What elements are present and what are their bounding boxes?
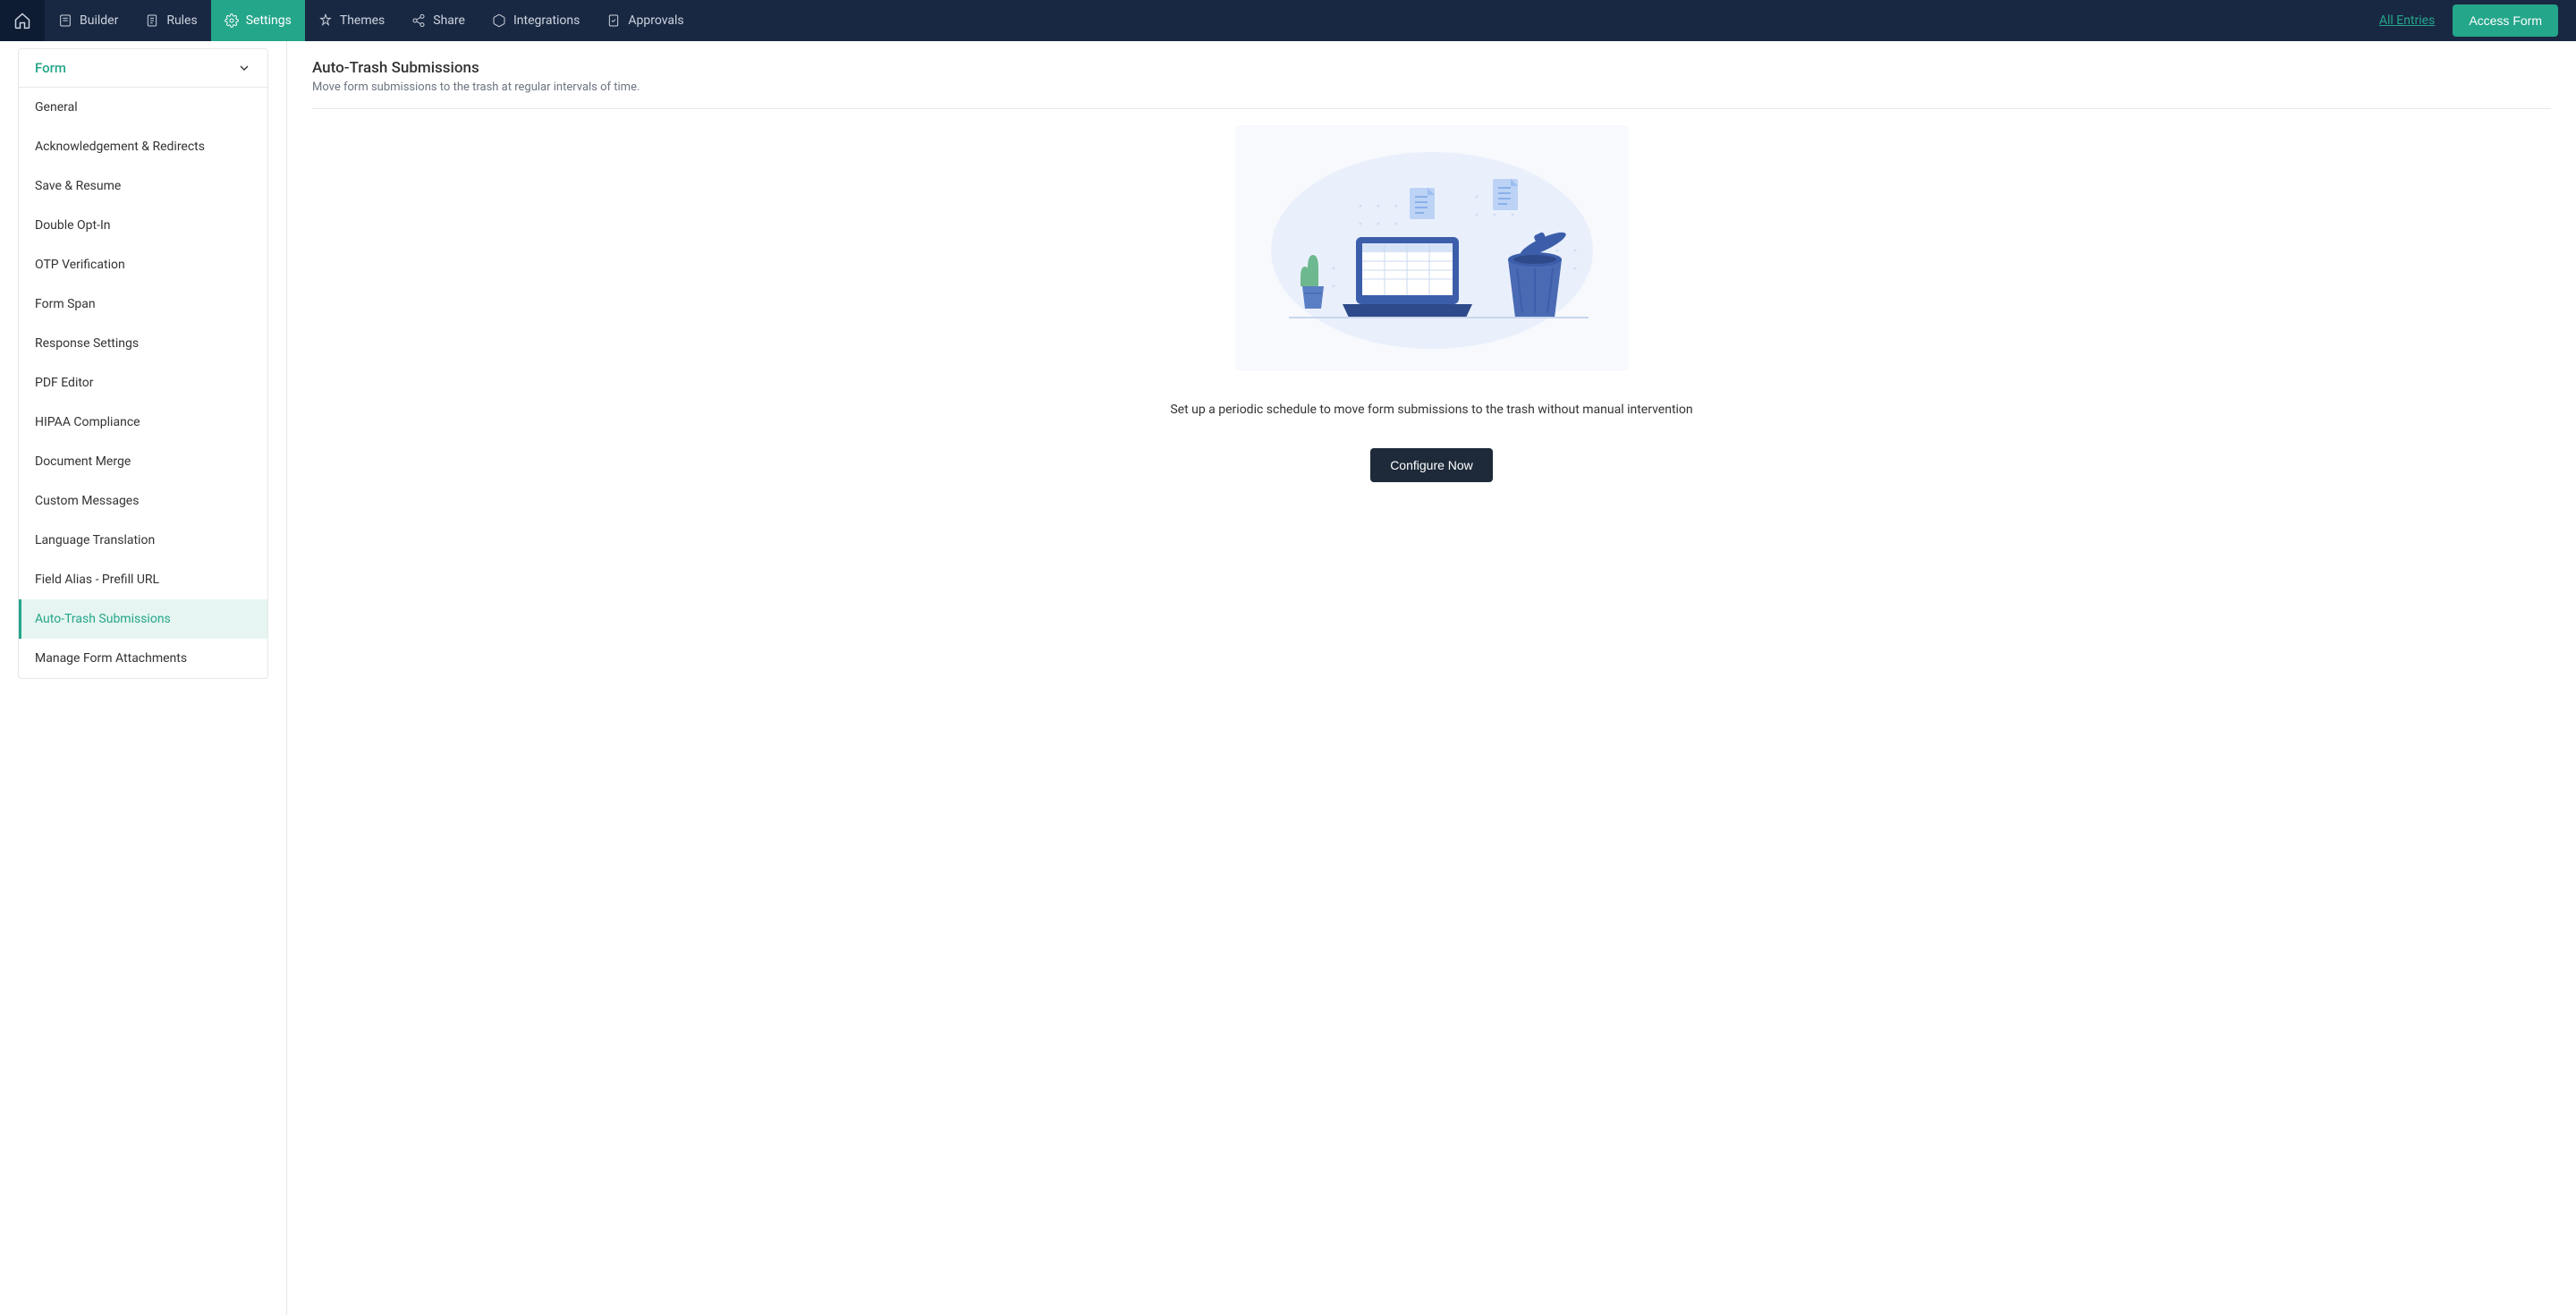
sidebar-section-header[interactable]: Form	[19, 49, 267, 88]
nav-rules[interactable]: Rules	[131, 0, 210, 41]
sidebar-item-custom-messages[interactable]: Custom Messages	[19, 481, 267, 521]
nav-settings[interactable]: Settings	[211, 0, 305, 41]
integrations-icon	[492, 13, 506, 28]
page-title: Auto-Trash Submissions	[312, 59, 2551, 77]
builder-icon	[58, 13, 72, 28]
share-icon	[411, 13, 426, 28]
configure-now-button[interactable]: Configure Now	[1370, 448, 1493, 482]
sidebar-item-double-optin[interactable]: Double Opt-In	[19, 206, 267, 245]
sidebar-item-acknowledgement[interactable]: Acknowledgement & Redirects	[19, 127, 267, 166]
sidebar-item-auto-trash[interactable]: Auto-Trash Submissions	[19, 599, 267, 639]
sidebar-item-save-resume[interactable]: Save & Resume	[19, 166, 267, 206]
nav-integrations[interactable]: Integrations	[479, 0, 593, 41]
nav-approvals[interactable]: Approvals	[593, 0, 697, 41]
nav-builder[interactable]: Builder	[45, 0, 131, 41]
sidebar-item-otp[interactable]: OTP Verification	[19, 245, 267, 284]
sidebar-section-form: Form General Acknowledgement & Redirects…	[18, 48, 268, 679]
nav-label: Builder	[80, 13, 118, 28]
sidebar-item-manage-attachments[interactable]: Manage Form Attachments	[19, 639, 267, 678]
rules-icon	[145, 13, 159, 28]
main-wrap: Form General Acknowledgement & Redirects…	[0, 41, 2576, 1315]
sidebar-item-form-span[interactable]: Form Span	[19, 284, 267, 324]
all-entries-link[interactable]: All Entries	[2379, 13, 2435, 28]
nav-label: Integrations	[513, 13, 580, 28]
illustration-box	[1235, 125, 1629, 371]
nav-share[interactable]: Share	[398, 0, 479, 41]
access-form-button[interactable]: Access Form	[2453, 4, 2558, 37]
home-icon	[13, 12, 31, 30]
content-header: Auto-Trash Submissions Move form submiss…	[312, 59, 2551, 109]
sidebar-item-hipaa[interactable]: HIPAA Compliance	[19, 403, 267, 442]
nav-right: All Entries Access Form	[2379, 4, 2576, 37]
nav-left: Builder Rules Settings Themes Share Inte…	[0, 0, 698, 41]
nav-label: Share	[433, 13, 465, 28]
content-area: Auto-Trash Submissions Move form submiss…	[287, 41, 2576, 1315]
themes-icon	[318, 13, 333, 28]
chevron-down-icon	[237, 61, 251, 75]
sidebar-item-document-merge[interactable]: Document Merge	[19, 442, 267, 481]
nav-label: Rules	[166, 13, 197, 28]
trash-illustration-icon	[1235, 125, 1629, 371]
sidebar-list: General Acknowledgement & Redirects Save…	[19, 88, 267, 678]
nav-label: Themes	[340, 13, 385, 28]
sidebar-item-pdf-editor[interactable]: PDF Editor	[19, 363, 267, 403]
sidebar-item-general[interactable]: General	[19, 88, 267, 127]
nav-label: Approvals	[628, 13, 683, 28]
page-subtitle: Move form submissions to the trash at re…	[312, 81, 2551, 94]
nav-themes[interactable]: Themes	[305, 0, 398, 41]
sidebar-section-title: Form	[35, 60, 66, 76]
sidebar-item-response-settings[interactable]: Response Settings	[19, 324, 267, 363]
home-button[interactable]	[0, 0, 45, 41]
top-navbar: Builder Rules Settings Themes Share Inte…	[0, 0, 2576, 41]
sidebar-item-language[interactable]: Language Translation	[19, 521, 267, 560]
settings-icon	[225, 13, 239, 28]
nav-label: Settings	[246, 13, 292, 28]
sidebar-item-field-alias[interactable]: Field Alias - Prefill URL	[19, 560, 267, 599]
approvals-icon	[606, 13, 621, 28]
empty-state-description: Set up a periodic schedule to move form …	[1170, 403, 1692, 417]
settings-sidebar: Form General Acknowledgement & Redirects…	[0, 41, 286, 1315]
empty-state: Set up a periodic schedule to move form …	[312, 125, 2551, 482]
